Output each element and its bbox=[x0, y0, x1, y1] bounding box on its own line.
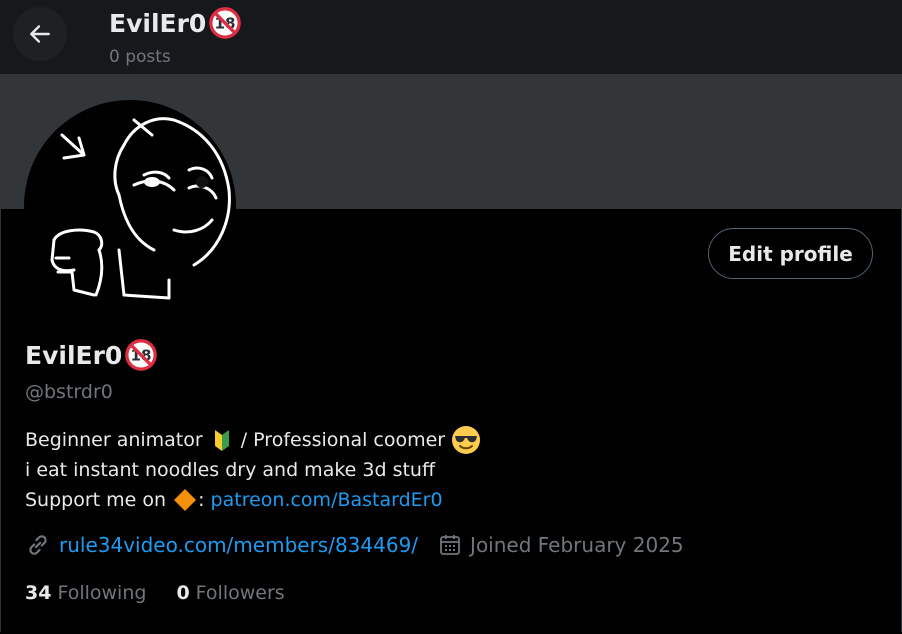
profile-bio: Beginner animator / Professional coomer … bbox=[25, 425, 481, 515]
back-button[interactable] bbox=[13, 7, 67, 61]
header-name-text: EvilEr0 bbox=[109, 8, 207, 38]
joined-item: Joined February 2025 bbox=[438, 533, 684, 557]
following-link[interactable]: 34 Following bbox=[25, 582, 146, 604]
sunglasses-face-icon bbox=[452, 426, 481, 454]
no-one-under-eighteen-icon: 18 bbox=[209, 7, 242, 39]
orange-diamond-icon bbox=[174, 489, 197, 511]
website-link[interactable]: rule34video.com/members/834469/ bbox=[59, 533, 418, 557]
header-name: EvilEr0 18 bbox=[109, 6, 242, 40]
following-label: Following bbox=[57, 582, 147, 604]
avatar-drawing bbox=[50, 117, 231, 300]
avatar[interactable] bbox=[24, 100, 236, 312]
bio-line1-text: Beginner animator bbox=[25, 429, 203, 451]
arrow-left-icon bbox=[30, 25, 50, 43]
link-icon bbox=[29, 535, 47, 555]
display-name: EvilEr0 18 bbox=[25, 338, 158, 372]
bio-line3-sep: : bbox=[198, 489, 211, 511]
profile-header-bar: EvilEr0 18 0 posts bbox=[0, 0, 902, 74]
bio-line-1: Beginner animator / Professional coomer bbox=[25, 425, 481, 455]
following-count: 34 bbox=[25, 582, 52, 604]
followers-label: Followers bbox=[195, 582, 285, 604]
user-handle: @bstrdr0 bbox=[25, 381, 113, 403]
display-name-text: EvilEr0 bbox=[25, 340, 123, 370]
bio-line-2: i eat instant noodles dry and make 3d st… bbox=[25, 459, 436, 481]
joined-date: Joined February 2025 bbox=[470, 533, 684, 557]
followers-link[interactable]: 0 Followers bbox=[176, 582, 284, 604]
edit-profile-button[interactable]: Edit profile bbox=[708, 228, 873, 279]
website-item: rule34video.com/members/834469/ bbox=[25, 532, 418, 558]
followers-count: 0 bbox=[176, 582, 190, 604]
profile-meta: rule34video.com/members/834469/ Joined F… bbox=[25, 532, 684, 558]
beginner-symbol-icon bbox=[214, 430, 229, 451]
calendar-icon bbox=[440, 535, 460, 555]
follow-stats: 34 Following 0 Followers bbox=[25, 582, 285, 604]
no-one-under-eighteen-icon: 18 bbox=[125, 339, 158, 371]
patreon-link[interactable]: patreon.com/BastardEr0 bbox=[211, 485, 443, 515]
bio-line-3: Support me on : patreon.com/BastardEr0 bbox=[25, 485, 481, 515]
post-count: 0 posts bbox=[109, 47, 171, 67]
bio-line1-mid: / Professional coomer bbox=[234, 429, 452, 451]
bio-line3-prefix: Support me on bbox=[25, 489, 173, 511]
